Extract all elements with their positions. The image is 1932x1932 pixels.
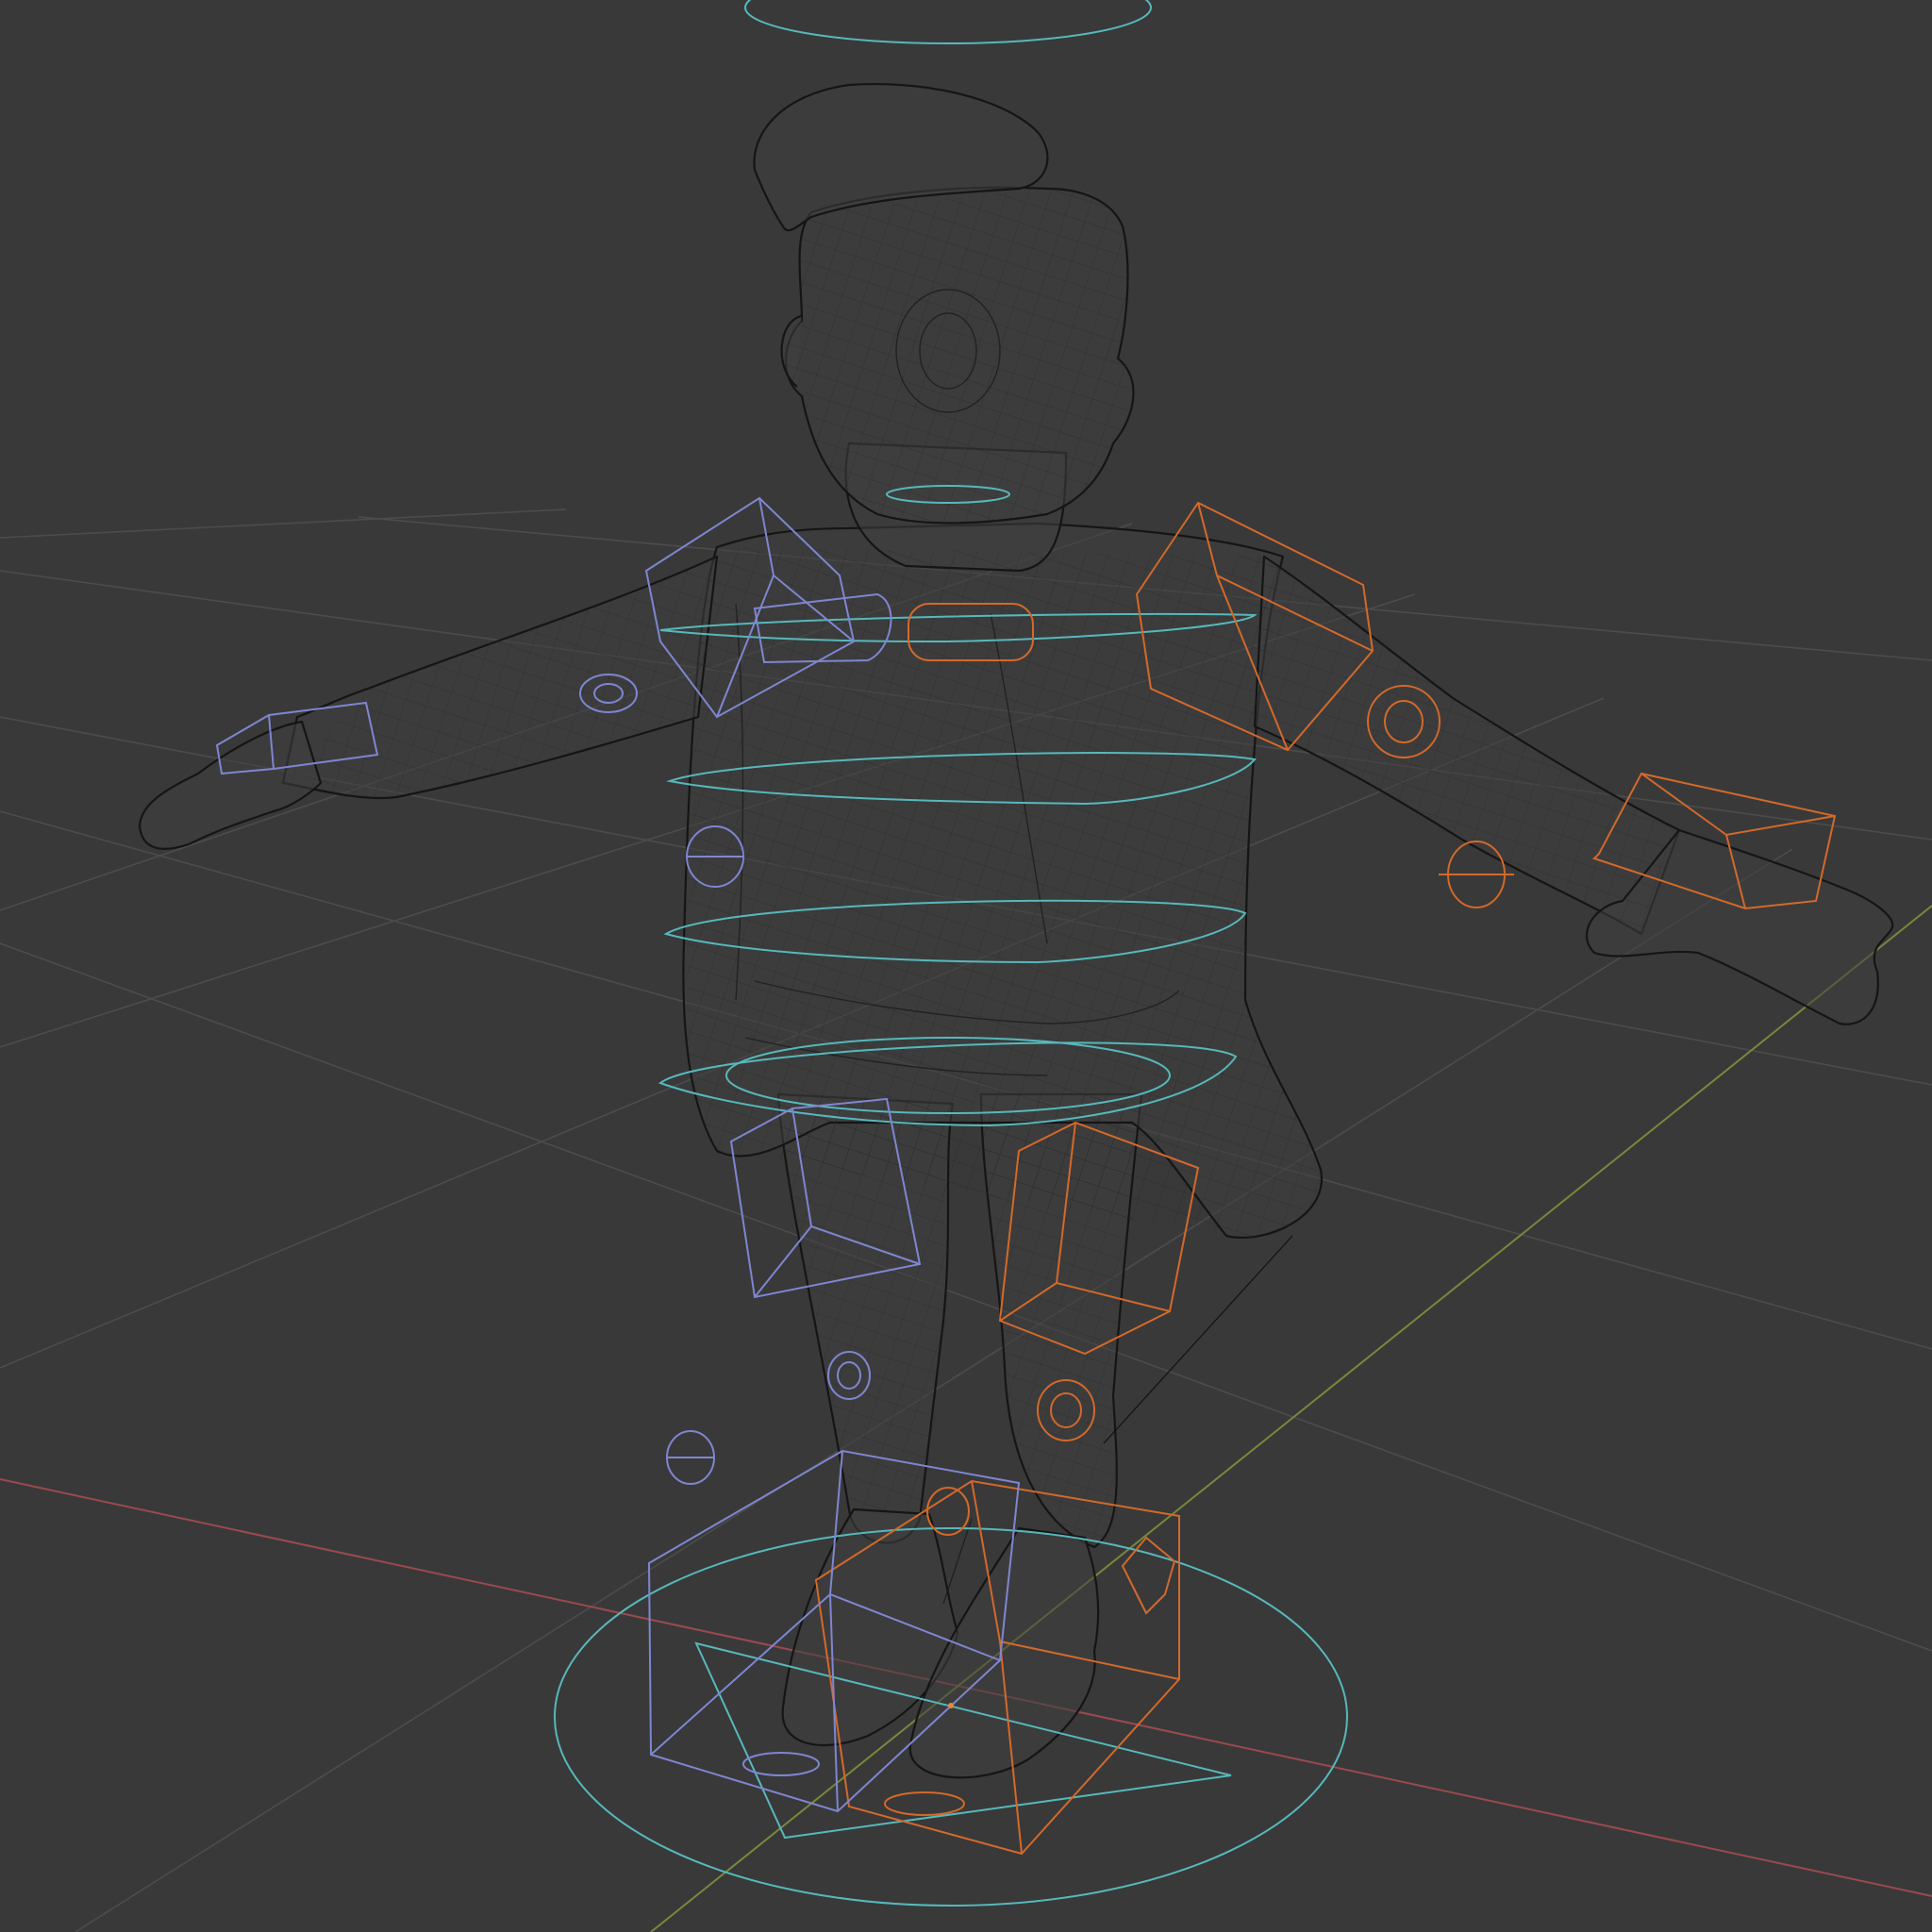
viewport-canvas[interactable] xyxy=(0,0,1932,1932)
3d-viewport[interactable] xyxy=(0,0,1932,1932)
head-top-control[interactable] xyxy=(744,0,1152,44)
heel-r-control[interactable] xyxy=(742,1752,820,1776)
heel-l-control[interactable] xyxy=(884,1791,965,1816)
pole-relation-line xyxy=(1103,1235,1293,1444)
character-mesh[interactable] xyxy=(138,82,1894,1779)
origin-point xyxy=(948,1703,954,1708)
